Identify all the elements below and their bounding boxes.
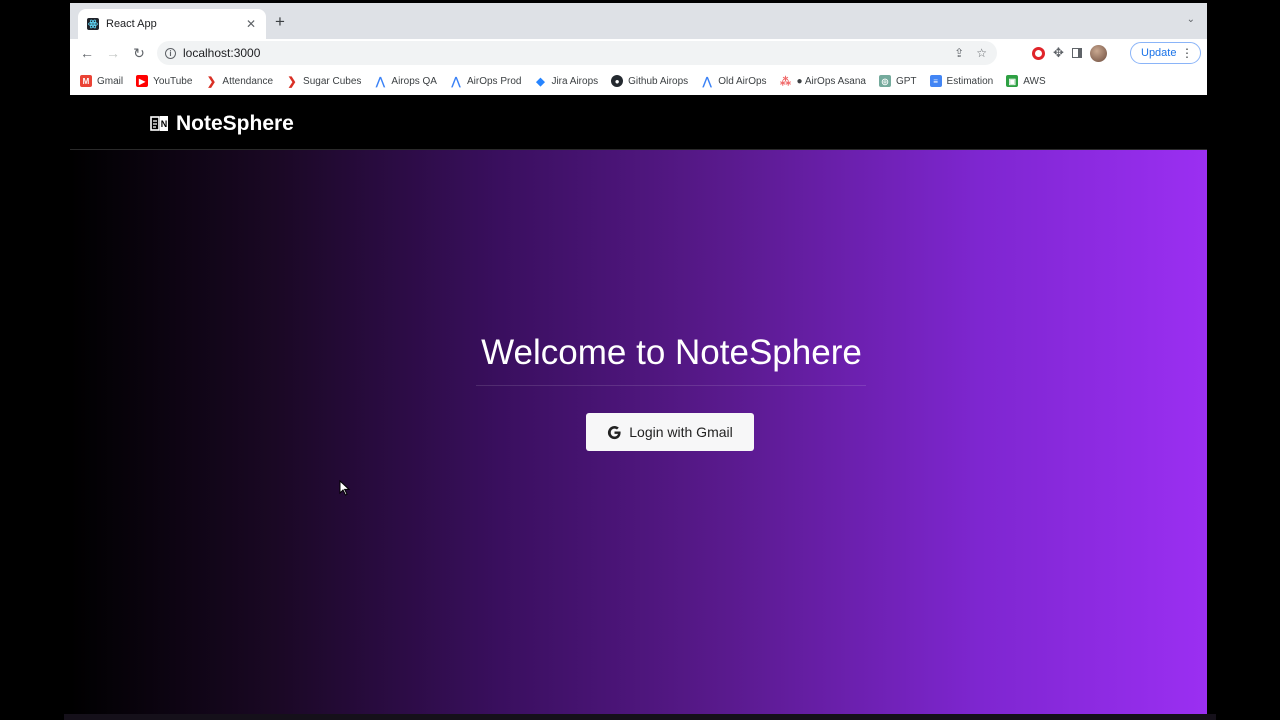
- back-button[interactable]: ←: [75, 41, 99, 65]
- bookmark-item[interactable]: ⋀ Old AirOps: [701, 75, 767, 88]
- bookmark-item[interactable]: ⋀ AirOps Prod: [450, 75, 522, 88]
- bookmark-label: AWS: [1023, 75, 1046, 87]
- airops-icon: ⋀: [375, 75, 385, 88]
- share-icon[interactable]: ⇪: [954, 46, 964, 60]
- bookmark-item[interactable]: ◆ Jira Airops: [534, 75, 599, 88]
- bookmark-label: Airops QA: [391, 75, 437, 87]
- login-label: Login with Gmail: [629, 424, 733, 440]
- tab-title: React App: [106, 18, 157, 30]
- puzzle-icon[interactable]: ✥: [1053, 45, 1064, 61]
- opera-icon[interactable]: [1032, 46, 1045, 60]
- youtube-icon: ▶: [136, 75, 149, 87]
- login-with-gmail-button[interactable]: Login with Gmail: [586, 413, 754, 451]
- bookmark-item[interactable]: M Gmail: [80, 75, 123, 87]
- bottom-strip: [64, 714, 1216, 720]
- chevron-down-icon[interactable]: ⌄: [1187, 14, 1195, 25]
- avatar[interactable]: [1089, 44, 1107, 62]
- airops-icon: ⋀: [451, 75, 461, 88]
- bookmark-item[interactable]: ◎ GPT: [878, 75, 917, 87]
- welcome-title: Welcome to NoteSphere: [481, 333, 862, 372]
- browser-tab[interactable]: React App ✕: [78, 9, 266, 39]
- forward-button[interactable]: →: [101, 41, 125, 65]
- bookmark-label: Jira Airops: [551, 75, 599, 87]
- brand-name: NoteSphere: [176, 112, 294, 135]
- sugar-cubes-icon: ❯: [287, 75, 297, 88]
- bookmark-label: GPT: [895, 75, 917, 87]
- bookmark-label: Sugar Cubes: [303, 75, 362, 87]
- bookmark-label: ● AirOps Asana: [796, 75, 866, 87]
- update-button[interactable]: Update ⋮: [1130, 42, 1201, 64]
- reload-button[interactable]: ↻: [127, 41, 151, 65]
- more-icon: ⋮: [1181, 46, 1193, 60]
- jira-icon: ◆: [536, 75, 545, 88]
- bookmark-label: Attendance: [222, 75, 274, 87]
- bookmark-item[interactable]: ▶ YouTube: [136, 75, 192, 87]
- app-header: N NoteSphere: [70, 95, 1207, 150]
- aws-icon: ▣: [1006, 75, 1019, 87]
- bookmark-item[interactable]: ⁂ ● AirOps Asana: [780, 75, 866, 88]
- notes-icon: N: [150, 116, 168, 131]
- info-icon[interactable]: i: [165, 47, 176, 59]
- google-icon: [608, 425, 621, 439]
- gmail-icon: M: [80, 75, 92, 87]
- bookmark-label: Gmail: [97, 75, 124, 87]
- bookmark-item[interactable]: ● Github Airops: [611, 75, 688, 87]
- bookmark-label: AirOps Prod: [466, 75, 522, 87]
- bookmark-item[interactable]: ❯ Sugar Cubes: [286, 75, 362, 88]
- url-input[interactable]: [183, 46, 483, 60]
- browser-toolbar: ← → ↻ i ⇪ ☆ ✥ Update ⋮: [70, 39, 1207, 67]
- bookmark-item[interactable]: ❯ Attendance: [205, 75, 274, 88]
- update-label: Update: [1141, 47, 1177, 59]
- github-icon: ●: [611, 75, 624, 87]
- gpt-icon: ◎: [878, 75, 891, 87]
- star-icon[interactable]: ☆: [976, 46, 987, 60]
- hero-section: Welcome to NoteSphere Login with Gmail: [70, 150, 1207, 720]
- bookmark-item[interactable]: ▣ AWS: [1006, 75, 1046, 87]
- bookmarks-bar: M Gmail ▶ YouTube ❯ Attendance ❯ Sugar Cubes ⋀ Ai…: [70, 69, 1207, 93]
- extension-area: ✥: [1032, 39, 1107, 67]
- close-icon[interactable]: ✕: [244, 17, 258, 31]
- airops-icon: ⋀: [702, 75, 712, 88]
- title-divider: [476, 385, 866, 386]
- bookmark-label: Old AirOps: [718, 75, 767, 87]
- bookmark-item[interactable]: ⋀ Airops QA: [374, 75, 437, 88]
- bookmark-label: Github Airops: [628, 75, 689, 87]
- sheets-icon: ≡: [929, 75, 942, 87]
- side-panel-icon[interactable]: [1071, 48, 1082, 58]
- react-icon: [87, 18, 99, 30]
- asana-icon: ⁂: [780, 75, 792, 88]
- new-tab-button[interactable]: +: [275, 12, 285, 32]
- omnibox-actions: ⇪ ☆: [954, 41, 987, 65]
- bookmark-item[interactable]: ≡ Estimation: [929, 75, 994, 87]
- bookmark-label: Estimation: [946, 75, 994, 87]
- attendance-icon: ❯: [206, 75, 217, 88]
- brand[interactable]: N NoteSphere: [150, 112, 294, 136]
- tab-strip: React App ✕ + ⌄: [70, 3, 1207, 39]
- mouse-cursor-icon: [339, 480, 351, 496]
- bookmark-label: YouTube: [153, 75, 193, 87]
- svg-text:N: N: [161, 119, 168, 129]
- browser-window: React App ✕ + ⌄ ← → ↻ i ⇪ ☆ ✥ Update ⋮ M…: [70, 3, 1207, 95]
- address-bar[interactable]: i ⇪ ☆: [157, 41, 997, 65]
